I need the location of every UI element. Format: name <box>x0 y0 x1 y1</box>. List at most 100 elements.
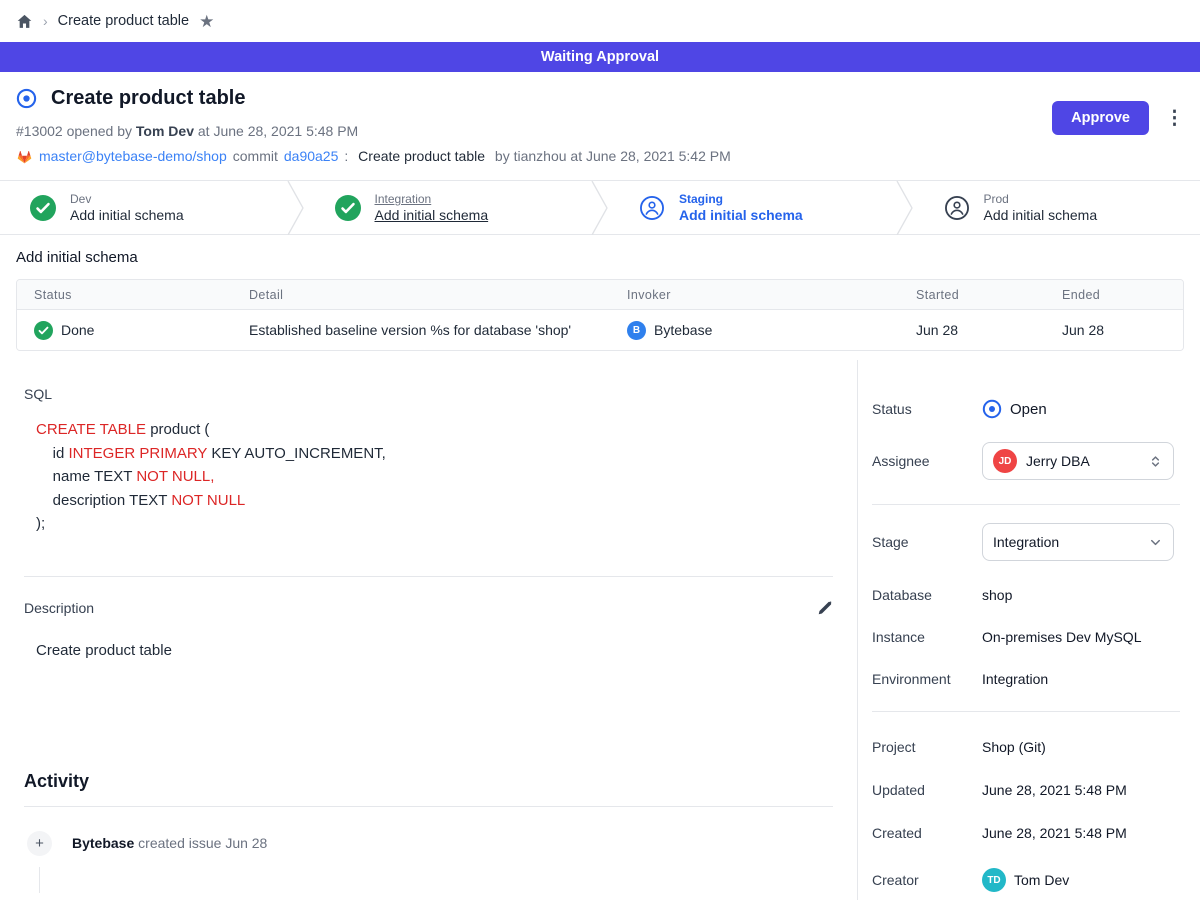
assignee-select[interactable]: JD Jerry DBA <box>982 442 1174 480</box>
stage-task-label: Add initial schema <box>70 207 184 223</box>
sql-token: description TEXT <box>36 492 171 509</box>
edit-pencil-icon[interactable] <box>816 600 833 617</box>
commit-line: master@bytebase-demo/shopcommitda90a25: … <box>16 148 1184 164</box>
commit-hash-link[interactable]: da90a25 <box>284 148 339 164</box>
breadcrumb-chevron-icon: › <box>43 13 48 29</box>
database-value: shop <box>982 587 1012 603</box>
sql-token: INTEGER PRIMARY <box>69 445 208 462</box>
project-value: Shop (Git) <box>982 739 1046 755</box>
check-circle-icon <box>34 321 53 340</box>
pipeline-stage-integration[interactable]: Integration Add initial schema <box>305 181 592 234</box>
pipeline-stage-staging[interactable]: Staging Add initial schema <box>609 181 896 234</box>
column-header: Invoker <box>610 288 899 302</box>
environment-label: Environment <box>872 671 982 687</box>
description-label: Description <box>24 600 94 616</box>
project-label: Project <box>872 739 982 755</box>
user-circle-icon <box>944 195 970 221</box>
activity-text: Bytebase created issue Jun 28 <box>72 835 267 851</box>
stage-select[interactable]: Integration <box>982 523 1174 561</box>
stage-env-label: Prod <box>984 192 1098 206</box>
issue-id: #13002 opened by <box>16 123 136 139</box>
selector-icon <box>1148 454 1163 469</box>
chevron-down-icon <box>1148 535 1163 550</box>
task-status-text: Done <box>61 322 94 338</box>
sql-token: product ( <box>146 421 209 438</box>
stage-env-label: Integration <box>375 192 489 206</box>
sql-token: id <box>36 445 69 462</box>
sidebar-divider <box>872 504 1180 505</box>
creator-name: Tom Dev <box>1014 872 1069 888</box>
task-invoker-cell: B Bytebase <box>610 321 899 340</box>
activity-item: + Bytebase created issue Jun 28 <box>24 831 833 856</box>
assignee-value: Jerry DBA <box>1026 453 1139 469</box>
task-table-header: Status Detail Invoker Started Ended <box>17 280 1183 310</box>
creator-label: Creator <box>872 872 982 888</box>
column-header: Detail <box>232 288 610 302</box>
created-label: Created <box>872 825 982 841</box>
stage-task-label: Add initial schema <box>984 207 1098 223</box>
task-section: Add initial schema Status Detail Invoker… <box>0 235 1200 360</box>
stage-label: Stage <box>872 534 982 550</box>
column-header: Status <box>17 288 232 302</box>
section-divider <box>24 576 833 577</box>
sql-token: NOT NULL <box>171 492 245 509</box>
stage-env-label: Staging <box>679 192 803 206</box>
breadcrumb: › Create product table ★ <box>0 0 1200 42</box>
gitlab-icon <box>16 148 33 164</box>
commit-word: commit <box>233 148 278 164</box>
commit-branch-link[interactable]: master@bytebase-demo/shop <box>39 148 227 164</box>
pipeline-stage-prod[interactable]: Prod Add initial schema <box>914 181 1200 234</box>
stage-value: Integration <box>993 534 1139 550</box>
status-open-icon <box>982 399 1002 419</box>
status-label: Status <box>872 401 982 417</box>
creator-value: TD Tom Dev <box>982 868 1069 892</box>
status-banner: Waiting Approval <box>0 42 1200 72</box>
page-title: Create product table <box>51 87 245 110</box>
task-ended-cell: Jun 28 <box>1045 322 1183 338</box>
home-icon[interactable] <box>16 13 33 30</box>
stage-separator <box>591 181 609 234</box>
updated-label: Updated <box>872 782 982 798</box>
activity-actor: Bytebase <box>72 835 134 851</box>
activity-divider <box>24 806 833 807</box>
sql-token: ); <box>36 515 45 532</box>
commit-byline: by tianzhou at June 28, 2021 5:42 PM <box>491 148 731 164</box>
status-text: Open <box>1010 401 1047 418</box>
issue-opened-time: at June 28, 2021 5:48 PM <box>194 123 358 139</box>
stage-task-link[interactable]: Add initial schema <box>679 207 803 223</box>
table-row[interactable]: Done Established baseline version %s for… <box>17 310 1183 350</box>
pipeline-stage-dev[interactable]: Dev Add initial schema <box>0 181 287 234</box>
task-started-cell: Jun 28 <box>899 322 1045 338</box>
sql-label: SQL <box>24 386 833 402</box>
status-value: Open <box>982 399 1047 419</box>
description-text: Create product table <box>36 642 833 659</box>
breadcrumb-title: Create product table <box>58 13 189 29</box>
check-circle-icon <box>335 195 361 221</box>
column-header: Ended <box>1045 288 1183 302</box>
approve-button[interactable]: Approve <box>1052 101 1149 135</box>
sql-token: NOT NULL, <box>136 468 214 485</box>
check-circle-icon <box>30 195 56 221</box>
issue-meta: #13002 opened by Tom Dev at June 28, 202… <box>16 123 1184 139</box>
activity-action: created issue Jun 28 <box>134 835 267 851</box>
task-section-title: Add initial schema <box>16 249 1184 266</box>
plus-icon: + <box>27 831 52 856</box>
kebab-menu-icon[interactable]: ⋮ <box>1165 109 1184 128</box>
column-header: Started <box>899 288 1045 302</box>
status-banner-text: Waiting Approval <box>541 49 659 65</box>
sql-token: CREATE TABLE <box>36 421 146 438</box>
commit-colon: : <box>344 148 352 164</box>
created-value: June 28, 2021 5:48 PM <box>982 825 1127 841</box>
stage-separator <box>896 181 914 234</box>
updated-value: June 28, 2021 5:48 PM <box>982 782 1127 798</box>
task-status-cell: Done <box>17 321 232 340</box>
issue-header: Create product table #13002 opened by To… <box>0 72 1200 180</box>
activity-title: Activity <box>24 771 833 792</box>
pipeline-bar: Dev Add initial schema Integration Add i… <box>0 180 1200 235</box>
sidebar-divider <box>872 711 1180 712</box>
star-icon[interactable]: ★ <box>199 13 214 30</box>
timeline-line <box>39 867 40 893</box>
stage-task-link[interactable]: Add initial schema <box>375 207 489 223</box>
instance-label: Instance <box>872 629 982 645</box>
user-circle-icon <box>639 195 665 221</box>
